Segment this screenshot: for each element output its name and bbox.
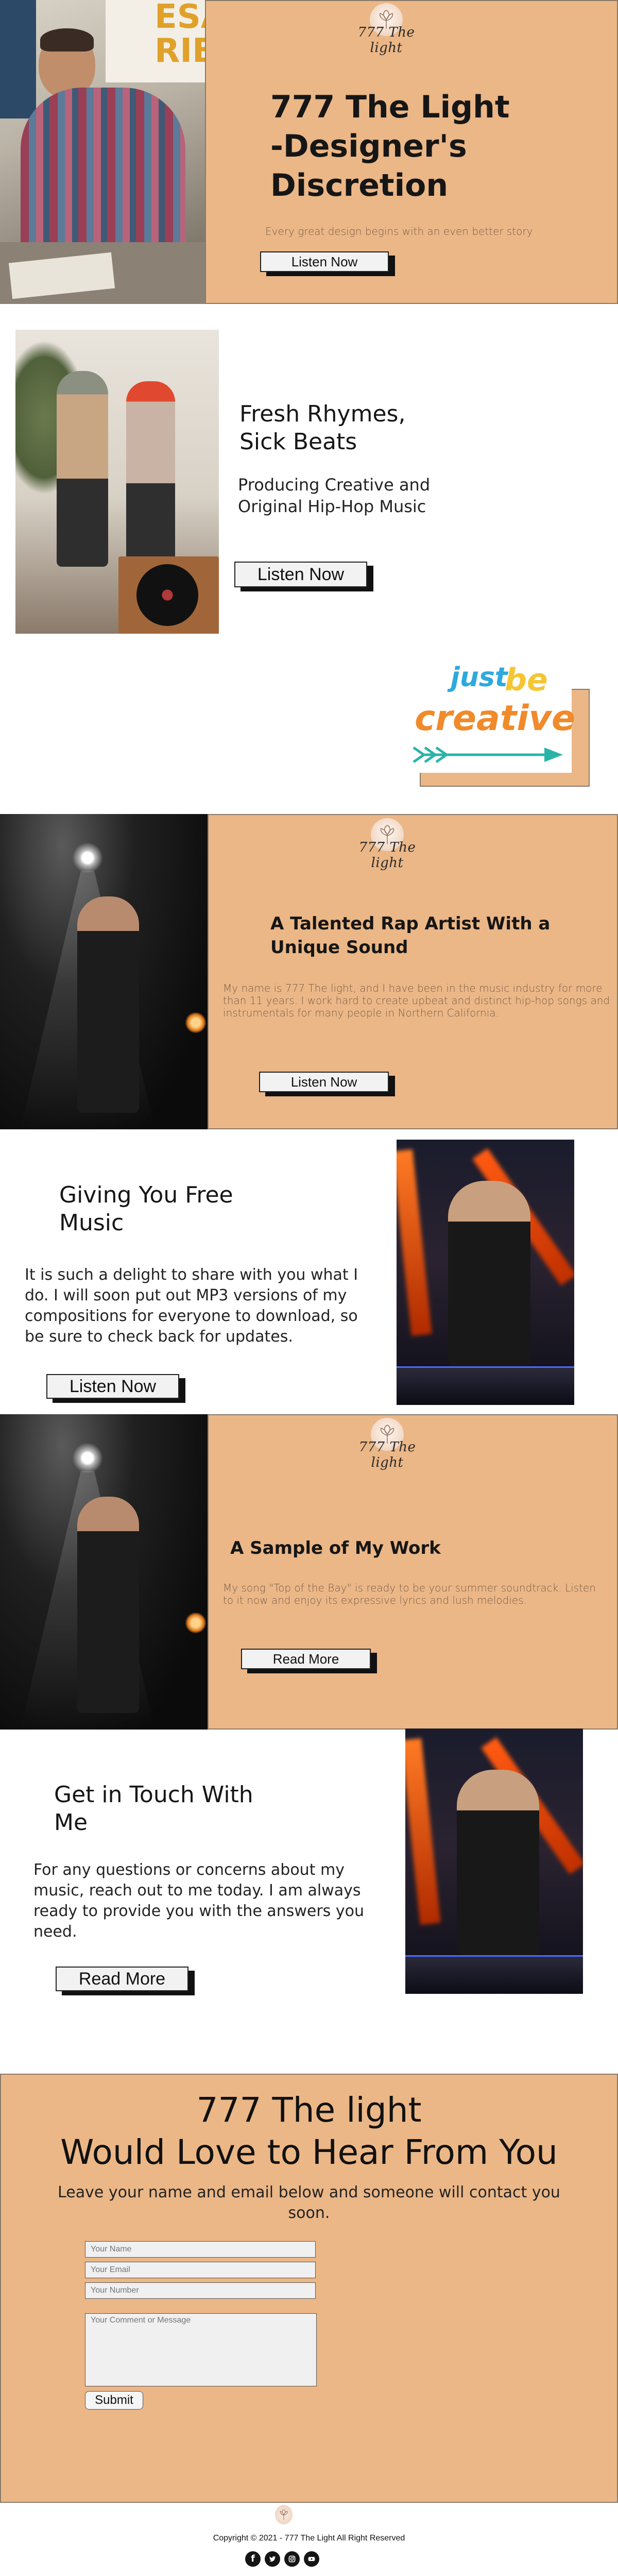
talented-title-line2: Unique Sound (270, 937, 408, 958)
talented-logo: 777 The light (341, 818, 434, 871)
lotus-icon (280, 2509, 288, 2520)
youtube-icon[interactable] (304, 2551, 319, 2567)
stage-light-2 (72, 1443, 103, 1473)
stage-photo-2 (0, 1414, 209, 1730)
free-title: Giving You Free Music (59, 1181, 233, 1237)
talented-title-line1: A Talented Rap Artist With a (270, 913, 551, 934)
dancers-photo-man (57, 371, 108, 567)
touch-body: For any questions or concerns about my m… (33, 1861, 364, 1941)
submit-button[interactable]: Submit (85, 2391, 143, 2410)
dj-deck-2 (405, 1955, 583, 1994)
hero-logo: 777 The light (340, 3, 433, 56)
hero-listen-button[interactable]: Listen Now (260, 251, 389, 272)
free-title-line1: Giving You Free (59, 1182, 233, 1208)
fresh-listen-button[interactable]: Listen Now (234, 562, 367, 587)
talented-title: A Talented Rap Artist With a Unique Soun… (270, 912, 550, 959)
dj-deck (397, 1366, 574, 1405)
email-field[interactable] (85, 2262, 316, 2278)
free-listen-button[interactable]: Listen Now (46, 1374, 179, 1399)
hero-logo-text: 777 The light (357, 25, 415, 56)
fresh-title: Fresh Rhymes, Sick Beats (239, 400, 405, 456)
stage-photo-1 (0, 814, 209, 1129)
talented-body: My name is 777 The light, and I have bee… (223, 982, 610, 1019)
touch-read-more-button[interactable]: Read More (56, 1967, 188, 1991)
creative-word-just: just (451, 662, 508, 693)
hero-title-line2: -Designer's (270, 128, 467, 164)
touch-title-line2: Me (54, 1809, 88, 1836)
dj-performer-2 (457, 1770, 539, 1955)
contact-title-line1: 777 The light (196, 2090, 422, 2130)
dj-photo-2 (405, 1728, 583, 1994)
hero-photo-blue-poster (0, 0, 36, 118)
touch-title: Get in Touch With Me (54, 1781, 253, 1837)
name-field[interactable] (85, 2241, 316, 2258)
dancers-photo-record (136, 564, 198, 626)
sample-logo-text: 777 The light (358, 1439, 416, 1470)
creative-card: just be creative (402, 654, 576, 773)
instagram-icon[interactable] (284, 2551, 300, 2567)
creative-word-creative: creative (415, 698, 576, 739)
dj-beam-left-2 (405, 1738, 441, 1925)
sample-body: My song "Top of the Bay" is ready to be … (223, 1582, 596, 1606)
hero-photo-sign-text: ESA RIB (154, 0, 206, 70)
dancers-photo-woman (126, 381, 175, 567)
creative-word-be: be (505, 662, 548, 698)
arrow-icon (413, 746, 563, 764)
contact-title-line2: Would Love to Hear From You (60, 2132, 558, 2172)
fresh-subtitle-line1: Producing Creative and (238, 475, 431, 495)
touch-title-line1: Get in Touch With (54, 1782, 253, 1808)
stage-flare (185, 1012, 206, 1033)
stage-flare-2 (185, 1613, 206, 1633)
facebook-icon[interactable]: f (245, 2551, 261, 2567)
stage-performer (77, 896, 139, 1113)
fresh-subtitle: Producing Creative and Original Hip-Hop … (238, 474, 430, 517)
hero-photo: ESA RIB (0, 0, 206, 304)
comment-field[interactable] (85, 2313, 317, 2386)
hero-title-line3: Discretion (270, 167, 449, 204)
talented-listen-button[interactable]: Listen Now (259, 1072, 389, 1092)
hero-title-line1: 777 The Light (270, 89, 510, 125)
sample-title: A Sample of My Work (230, 1538, 441, 1558)
fresh-title-line1: Fresh Rhymes, (239, 401, 406, 427)
footer-logo (275, 2505, 293, 2524)
free-body: It is such a delight to share with you w… (25, 1266, 358, 1346)
twitter-icon[interactable] (265, 2551, 280, 2567)
sample-read-more-button[interactable]: Read More (241, 1649, 371, 1669)
talented-logo-text: 777 The light (358, 840, 416, 871)
fresh-subtitle-line2: Original Hip-Hop Music (238, 497, 426, 516)
hero-title: 777 The Light -Designer's Discretion (270, 88, 579, 205)
contact-subtitle: Leave your name and email below and some… (58, 2183, 560, 2222)
free-title-line2: Music (59, 1210, 124, 1236)
stage-performer-2 (77, 1497, 139, 1713)
hero-photo-person-hair (40, 28, 94, 52)
dj-photo-1 (397, 1140, 574, 1405)
dj-performer (448, 1181, 530, 1366)
social-links: f (245, 2551, 322, 2568)
dj-beam-left (397, 1149, 432, 1336)
dancers-photo (15, 330, 219, 634)
number-field[interactable] (85, 2282, 316, 2299)
fresh-title-line2: Sick Beats (239, 429, 357, 455)
copyright-text: Copyright © 2021 - 777 The Light All Rig… (213, 2534, 405, 2543)
sample-logo: 777 The light (341, 1418, 434, 1470)
stage-light (72, 842, 103, 873)
contact-title: 777 The light Would Love to Hear From Yo… (0, 2089, 618, 2174)
hero-subtitle: Every great design begins with an even b… (265, 225, 533, 238)
